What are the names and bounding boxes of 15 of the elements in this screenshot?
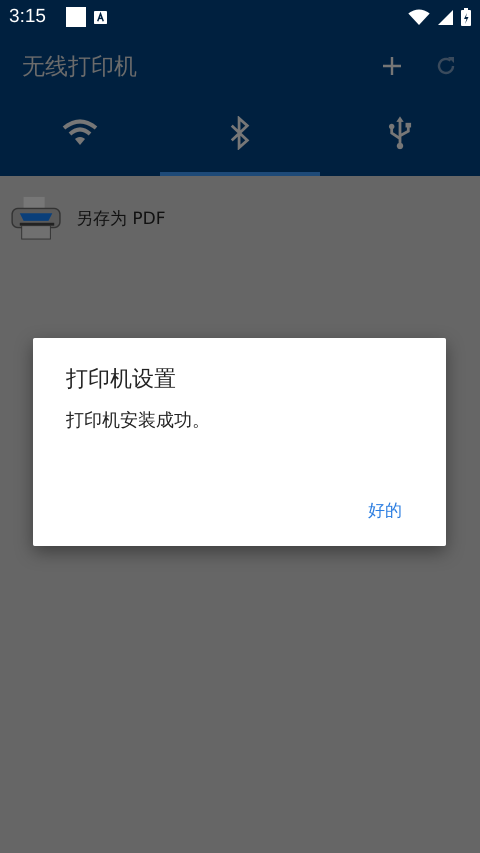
add-icon[interactable]	[382, 56, 402, 76]
status-time: 3:15	[9, 6, 46, 28]
bluetooth-icon	[229, 116, 251, 150]
ok-button[interactable]: 好的	[356, 493, 414, 528]
wifi-icon	[62, 119, 98, 147]
wifi-signal-icon	[408, 9, 430, 25]
dialog-message: 打印机安装成功。	[66, 409, 211, 432]
printer-name[interactable]: 另存为 PDF	[76, 206, 166, 230]
usb-icon	[388, 116, 412, 150]
dialog-title: 打印机设置	[66, 366, 177, 394]
battery-icon	[461, 8, 471, 26]
app-title: 无线打印机	[22, 52, 137, 82]
notification-icon	[66, 7, 86, 27]
keyboard-icon	[94, 10, 107, 24]
cell-signal-icon	[438, 10, 453, 24]
